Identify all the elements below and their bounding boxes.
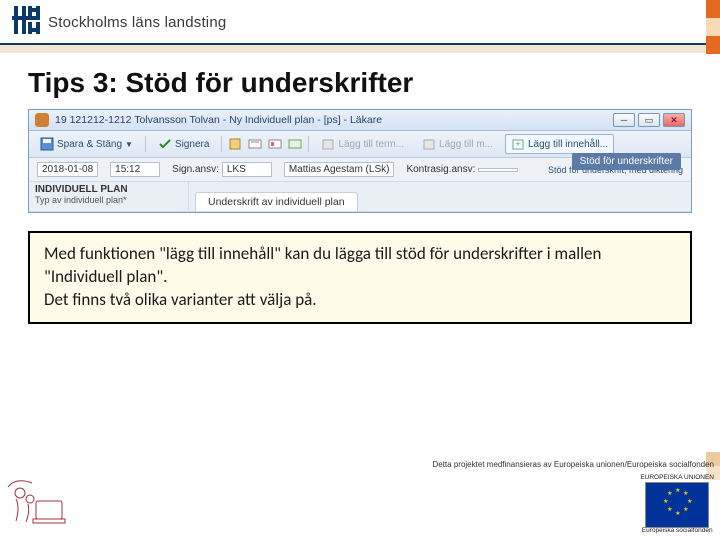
- maximize-button[interactable]: ▭: [638, 113, 660, 127]
- plan-bar: INDIVIDUELL PLAN Typ av individuell plan…: [29, 182, 691, 212]
- window-titlebar: 19 121212-1212 Tolvansson Tolvan - Ny In…: [29, 110, 691, 131]
- app-window: 19 121212-1212 Tolvansson Tolvan - Ny In…: [28, 109, 692, 213]
- tool-icon-1[interactable]: [228, 137, 242, 151]
- tool-icon-3[interactable]: [268, 137, 282, 151]
- sketch-illustration: [6, 479, 76, 534]
- eu-funding-block: Detta projektet medfinansieras av Europe…: [432, 460, 714, 534]
- svg-text:+: +: [515, 139, 520, 149]
- add-term-button[interactable]: Lägg till term...: [315, 134, 410, 154]
- funding-text: Detta projektet medfinansieras av Europe…: [432, 460, 714, 469]
- minimize-button[interactable]: ─: [613, 113, 635, 127]
- sign-button[interactable]: Signera: [152, 134, 215, 154]
- sign-resp-label: Sign.ansv:: [172, 164, 219, 175]
- add-m-icon: [422, 137, 436, 151]
- chevron-down-icon: ▼: [125, 140, 133, 149]
- slide-title: Tips 3: Stöd för underskrifter: [0, 53, 720, 109]
- window-controls: ─ ▭ ✕: [613, 113, 685, 127]
- save-close-button[interactable]: Spara & Stäng ▼: [34, 134, 139, 154]
- org-name: Stockholms läns landsting: [48, 14, 226, 31]
- time-field[interactable]: 15:12: [110, 162, 160, 177]
- app-icon: [35, 113, 49, 127]
- save-close-label: Spara & Stäng: [57, 139, 122, 150]
- save-icon: [40, 137, 54, 151]
- org-logo-icon: [12, 6, 40, 39]
- add-content-button[interactable]: + Lägg till innehåll...: [505, 134, 614, 154]
- tab-area: Underskrift av individuell plan: [189, 182, 691, 211]
- tab-signature[interactable]: Underskrift av individuell plan: [195, 192, 358, 211]
- add-content-label: Lägg till innehåll...: [528, 139, 608, 150]
- org-header: Stockholms läns landsting: [0, 0, 720, 45]
- sign-label: Signera: [175, 139, 209, 150]
- slide-footer: Detta projektet medfinansieras av Europe…: [0, 460, 720, 534]
- plan-heading: INDIVIDUELL PLAN: [35, 184, 182, 195]
- add-m-button[interactable]: Lägg till m...: [416, 134, 499, 154]
- callout-line-1: Med funktionen "lägg till innehåll" kan …: [44, 243, 676, 289]
- check-icon: [158, 137, 172, 151]
- add-m-label: Lägg till m...: [439, 139, 493, 150]
- counter-field[interactable]: [478, 168, 518, 172]
- org-logo-block: Stockholms läns landsting: [12, 6, 226, 39]
- sign-resp-field[interactable]: LKS: [222, 162, 272, 177]
- instruction-callout: Med funktionen "lägg till innehåll" kan …: [28, 231, 692, 324]
- counter-label: Kontrasig.ansv:: [406, 164, 475, 175]
- add-term-label: Lägg till term...: [338, 139, 404, 150]
- decoration-squares-top: [706, 0, 720, 54]
- date-field[interactable]: 2018-01-08: [37, 162, 98, 177]
- close-button[interactable]: ✕: [663, 113, 685, 127]
- add-term-icon: [321, 137, 335, 151]
- tooltip: Stöd för underskrifter: [572, 153, 681, 170]
- header-band: [0, 45, 720, 53]
- toolbar: Spara & Stäng ▼ Signera Lägg till term..…: [29, 131, 691, 158]
- tool-icon-2[interactable]: [248, 137, 262, 151]
- eu-flag-icon: ★ ★ ★ ★ ★ ★ ★ ★: [645, 482, 709, 528]
- callout-line-2: Det finns två olika varianter att välja …: [44, 289, 676, 312]
- eu-caption-bottom: Europeiska socialfonden: [642, 528, 713, 535]
- add-content-icon: +: [511, 137, 525, 151]
- plan-sub: Typ av individuell plan*: [35, 195, 182, 205]
- tool-icon-4[interactable]: [288, 137, 302, 151]
- plan-column: INDIVIDUELL PLAN Typ av individuell plan…: [29, 182, 189, 211]
- window-title: 19 121212-1212 Tolvansson Tolvan - Ny In…: [55, 114, 613, 126]
- name-field[interactable]: Mattias Agestam (LSk): [284, 162, 395, 177]
